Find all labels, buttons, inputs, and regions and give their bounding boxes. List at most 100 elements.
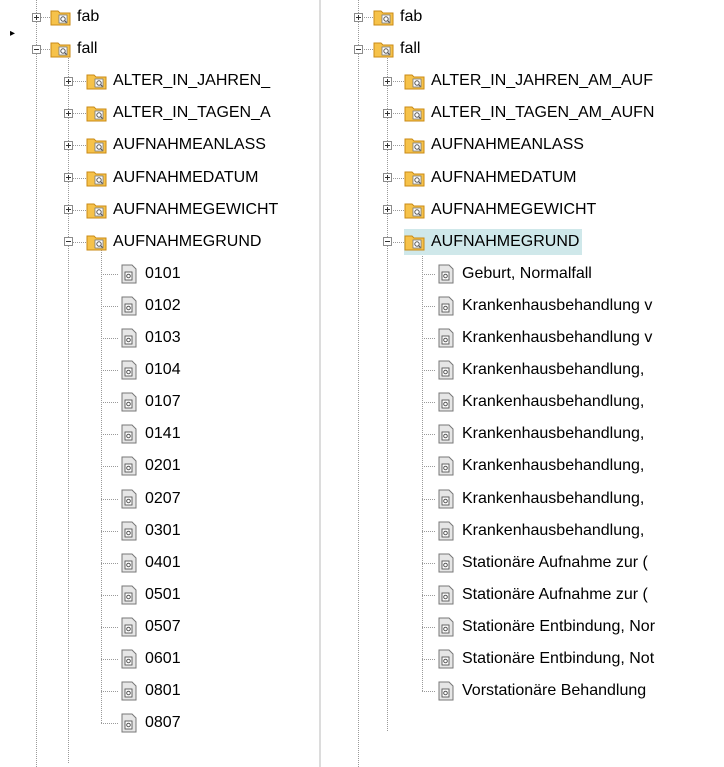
tree-node-fab[interactable]: fab — [373, 4, 425, 30]
tree-node-alter-in-tagen-a[interactable]: ALTER_IN_TAGEN_A — [86, 100, 274, 126]
tree-leaf-value[interactable]: 0201 — [118, 453, 184, 479]
tree-line — [101, 530, 118, 532]
tree-leaf-value[interactable]: 0101 — [118, 261, 184, 287]
tree-line — [422, 659, 435, 660]
values-guide-line — [422, 249, 423, 692]
row-marker: ▸ — [10, 28, 16, 39]
tree-leaf-value[interactable]: 0104 — [118, 357, 184, 383]
node-label: AUFNAHMEDATUM — [113, 168, 259, 186]
document-icon — [121, 456, 137, 476]
tree-line — [101, 626, 118, 628]
node-label: AUFNAHMEGRUND — [431, 232, 580, 250]
tree-leaf-value[interactable]: 0107 — [118, 389, 184, 415]
node-label: 0103 — [145, 329, 181, 346]
tree-leaf-value[interactable]: 0501 — [118, 582, 184, 608]
values-guide-line — [101, 249, 102, 724]
plus-box-icon[interactable] — [382, 140, 392, 150]
tree-line — [422, 338, 435, 339]
tree-leaf-value[interactable]: Stationäre Aufnahme zur ( — [435, 550, 651, 576]
tree-leaf-value[interactable]: 0807 — [118, 710, 184, 736]
node-label: AUFNAHMEANLASS — [113, 136, 266, 154]
plus-box-icon[interactable] — [63, 140, 73, 150]
node-label: 0501 — [145, 585, 181, 603]
root-guide-line — [36, 0, 37, 767]
tree-node-aufnahmegewicht[interactable]: AUFNAHMEGEWICHT — [404, 197, 599, 223]
tree-leaf-value[interactable]: 0207 — [118, 486, 184, 512]
tree-node-alter-in-jahren-am-auf[interactable]: ALTER_IN_JAHREN_AM_AUF — [404, 68, 656, 94]
document-icon — [121, 553, 137, 573]
tree-line — [101, 723, 118, 725]
tree-node-aufnahmegewicht[interactable]: AUFNAHMEGEWICHT — [86, 197, 281, 223]
plus-box-icon[interactable] — [31, 12, 41, 22]
tree-node-alter-in-tagen-am-aufn[interactable]: ALTER_IN_TAGEN_AM_AUFN — [404, 100, 657, 126]
tree-node-fab[interactable]: fab — [50, 4, 102, 30]
tree-node-aufnahmedatum[interactable]: AUFNAHMEDATUM — [404, 165, 579, 191]
tree-leaf-value[interactable]: 0507 — [118, 614, 184, 640]
document-icon — [121, 264, 137, 284]
node-label: Krankenhausbehandlung, — [462, 489, 645, 507]
plus-box-icon[interactable] — [382, 173, 392, 182]
plus-box-icon[interactable] — [63, 173, 73, 182]
plus-box-icon[interactable] — [63, 76, 73, 86]
tree-node-fall[interactable]: fall — [50, 36, 100, 62]
document-icon — [438, 264, 454, 284]
tree-leaf-value[interactable]: 0301 — [118, 518, 184, 544]
document-icon — [121, 392, 137, 412]
tree-leaf-value[interactable]: Krankenhausbehandlung, — [435, 453, 647, 479]
plus-box-icon[interactable] — [382, 205, 392, 215]
plus-box-icon[interactable] — [382, 76, 392, 86]
tree-leaf-value[interactable]: 0801 — [118, 678, 184, 704]
document-icon — [121, 360, 137, 380]
document-icon — [121, 328, 137, 348]
tree-node-aufnahmeanlass[interactable]: AUFNAHMEANLASS — [86, 132, 269, 158]
folder-icon — [404, 106, 425, 122]
tree-leaf-value[interactable]: Krankenhausbehandlung, — [435, 486, 647, 512]
tree-leaf-value[interactable]: Krankenhausbehandlung, — [435, 389, 647, 415]
node-label: Stationäre Aufnahme zur ( — [462, 553, 648, 571]
tree-leaf-value[interactable]: 0102 — [118, 293, 184, 319]
folder-icon — [404, 171, 425, 186]
tree-leaf-value[interactable]: Krankenhausbehandlung, — [435, 518, 647, 544]
tree-leaf-value[interactable]: Krankenhausbehandlung v — [435, 293, 655, 319]
node-label: 0102 — [145, 296, 181, 314]
tree-leaf-value[interactable]: 0601 — [118, 646, 184, 672]
tree-leaf-value[interactable]: 0401 — [118, 550, 184, 576]
tree-node-aufnahmeanlass[interactable]: AUFNAHMEANLASS — [404, 132, 587, 158]
tree-leaf-value[interactable]: Vorstationäre Behandlung — [435, 678, 649, 704]
tree-leaf-value[interactable]: Krankenhausbehandlung, — [435, 421, 647, 447]
tree-node-aufnahmedatum[interactable]: AUFNAHMEDATUM — [86, 165, 261, 191]
tree-line — [422, 273, 435, 275]
root-guide-line — [358, 0, 359, 767]
left-tree-pane[interactable]: ▸ fab fall ALTER_IN_JAHREN_ ALTER_IN_TAGEN_… — [0, 0, 319, 767]
folder-icon — [86, 235, 107, 251]
document-icon — [121, 585, 137, 605]
node-label: ALTER_IN_JAHREN_AM_AUF — [431, 72, 653, 90]
node-label: fab — [400, 8, 423, 25]
minus-box-icon[interactable] — [31, 44, 41, 54]
tree-node-alter-in-jahren[interactable]: ALTER_IN_JAHREN_ — [86, 68, 273, 94]
tree-node-aufnahmegrund[interactable]: AUFNAHMEGRUND — [86, 229, 264, 255]
minus-box-icon[interactable] — [353, 44, 363, 54]
tree-leaf-value[interactable]: Stationäre Entbindung, Not — [435, 646, 657, 672]
plus-box-icon[interactable] — [382, 108, 392, 118]
tree-leaf-value[interactable]: 0103 — [118, 325, 184, 351]
tree-leaf-value[interactable]: Geburt, Normalfall — [435, 261, 595, 287]
plus-box-icon[interactable] — [63, 108, 73, 118]
minus-box-icon[interactable] — [382, 237, 392, 247]
tree-node-fall[interactable]: fall — [373, 36, 423, 62]
tree-node-aufnahmegrund[interactable]: AUFNAHMEGRUND — [404, 228, 583, 255]
tree-leaf-value[interactable]: Stationäre Entbindung, Nor — [435, 614, 658, 640]
tree-leaf-value[interactable]: Krankenhausbehandlung, — [435, 357, 647, 383]
tree-leaf-value[interactable]: Krankenhausbehandlung v — [435, 325, 655, 351]
plus-box-icon[interactable] — [63, 205, 73, 215]
minus-box-icon[interactable] — [63, 237, 73, 247]
plus-box-icon[interactable] — [353, 12, 363, 22]
tree-leaf-value[interactable]: 0141 — [118, 421, 184, 447]
node-label: AUFNAHMEGEWICHT — [431, 200, 597, 218]
node-label: Krankenhausbehandlung, — [462, 425, 645, 443]
node-label: Vorstationäre Behandlung — [462, 682, 647, 700]
document-icon — [438, 360, 454, 380]
tree-leaf-value[interactable]: Stationäre Aufnahme zur ( — [435, 582, 651, 608]
node-label: AUFNAHMEGRUND — [113, 232, 262, 250]
right-tree-pane[interactable]: fab fall ALTER_IN_JAHREN_AM_AUF ALTER_IN_TA… — [321, 0, 724, 767]
